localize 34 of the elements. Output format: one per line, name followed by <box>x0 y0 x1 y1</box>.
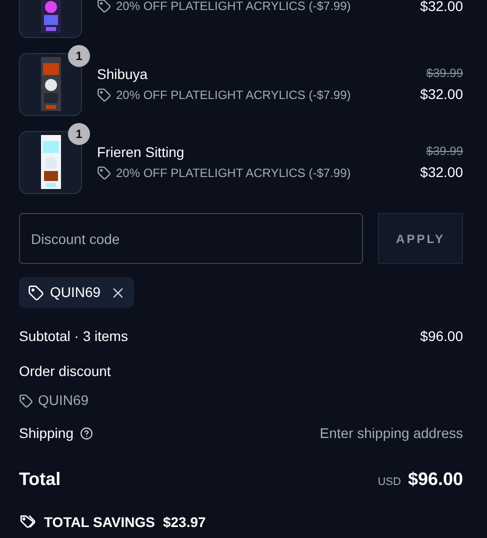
shipping-label: Shipping <box>19 424 74 443</box>
tag-icon <box>97 166 111 180</box>
discount-chip-code: QUIN69 <box>50 283 101 302</box>
product-name: Frieren Sitting <box>97 143 186 161</box>
subtotal-label: Subtotal · 3 items <box>19 327 128 346</box>
total-savings-label: TOTAL SAVINGS <box>44 513 155 532</box>
tag-icon <box>19 394 33 408</box>
order-discount-label: Order discount <box>19 363 111 379</box>
quantity-badge: 1 <box>68 122 90 144</box>
discount-code-field[interactable]: Discount code <box>19 213 363 264</box>
compare-price: $39.99 <box>426 142 463 160</box>
price: $32.00 <box>420 84 463 104</box>
price: $32.00 <box>420 0 463 16</box>
help-icon[interactable] <box>80 427 92 440</box>
discount-text: 20% OFF PLATELIGHT ACRYLICS (-$7.99) <box>116 165 351 181</box>
subtotal-value: $96.00 <box>420 327 463 346</box>
compare-price: $39.99 <box>426 64 463 82</box>
currency-label: USD <box>378 475 401 490</box>
quantity-badge: 1 <box>68 44 90 66</box>
total-savings-value: $23.97 <box>162 513 206 532</box>
shipping-value: Enter shipping address <box>320 424 463 443</box>
total-label: Total <box>19 468 61 491</box>
discount-text: 20% OFF PLATELIGHT ACRYLICS (-$7.99) <box>116 87 351 103</box>
discount-text: 20% OFF PLATELIGHT ACRYLICS (-$7.99) <box>116 0 351 14</box>
total-value: $96.00 <box>408 468 463 491</box>
close-icon[interactable] <box>110 286 125 300</box>
tags-icon <box>19 514 36 531</box>
tag-icon <box>97 0 111 13</box>
price: $32.00 <box>420 162 463 182</box>
order-discount-code: QUIN69 <box>38 391 89 410</box>
tag-icon <box>97 88 111 102</box>
product-name: Shibuya <box>97 65 149 83</box>
apply-button[interactable]: APPLY <box>378 213 463 264</box>
tag-icon <box>28 284 44 300</box>
